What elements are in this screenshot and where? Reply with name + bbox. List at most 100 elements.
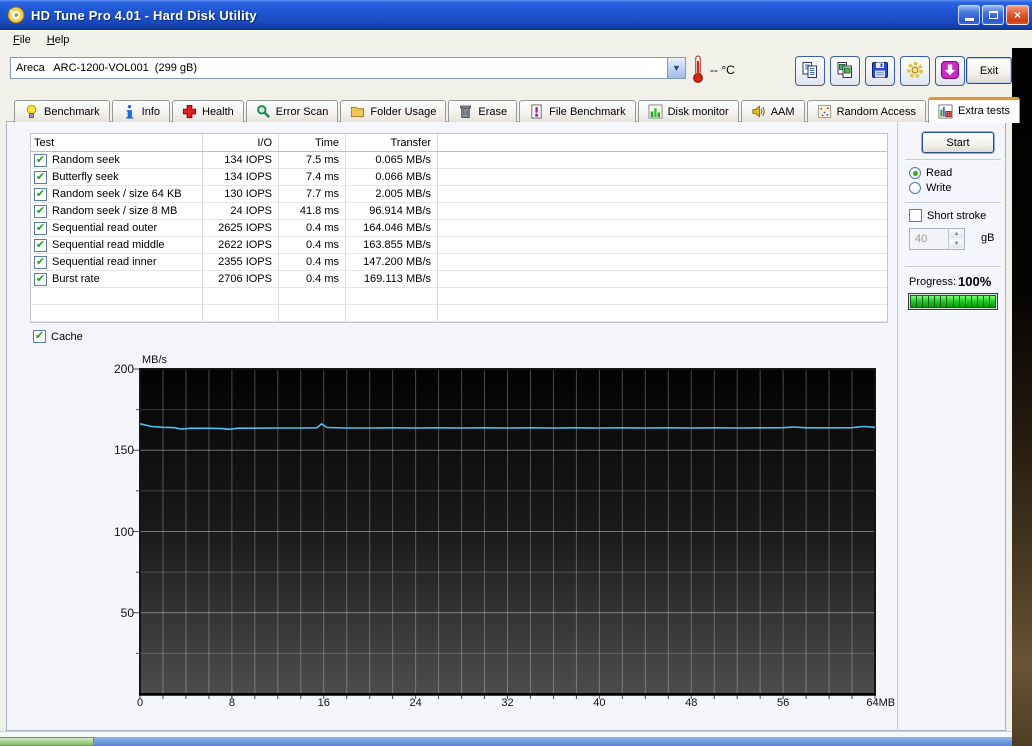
chart-x-tick-label: 0 <box>136 697 144 709</box>
table-row-empty <box>31 288 887 305</box>
table-row[interactable]: ✔ Sequential read middle 2622 IOPS 0.4 ms 16… <box>31 237 887 254</box>
cache-chart <box>133 368 876 699</box>
tab-random-access[interactable]: Random Access <box>806 100 927 122</box>
row-checkbox[interactable]: ✔ <box>34 221 47 235</box>
write-radio[interactable]: Write <box>909 182 951 194</box>
options-icon <box>905 60 925 83</box>
random-access-icon <box>817 104 832 119</box>
spinner-up-icon[interactable]: ▲ <box>949 229 964 239</box>
info-icon <box>122 104 137 119</box>
panel-divider <box>897 121 898 731</box>
close-button[interactable]: × <box>1006 5 1029 25</box>
copy-text-button[interactable] <box>795 56 825 86</box>
folder-usage-icon <box>350 104 365 119</box>
start-button[interactable]: Start <box>922 132 994 153</box>
taskbar[interactable] <box>0 737 1012 746</box>
table-row[interactable]: ✔ Butterfly seek 134 IOPS 7.4 ms 0.066 MB/s <box>31 169 887 186</box>
tab-erase[interactable]: Erase <box>448 100 518 122</box>
desktop-background <box>1012 48 1032 746</box>
col-io: I/O <box>203 134 279 151</box>
minimize-button[interactable] <box>958 5 980 25</box>
row-checkbox[interactable]: ✔ <box>34 153 47 167</box>
row-checkbox[interactable]: ✔ <box>34 170 47 184</box>
chart-x-tick-label: 24 <box>409 697 422 709</box>
short-stroke-checkbox[interactable]: Short stroke <box>909 209 986 222</box>
chart-y-tick-label: 50 <box>120 605 134 620</box>
options-button[interactable] <box>900 56 930 86</box>
row-checkbox[interactable]: ✔ <box>34 272 47 286</box>
spinner-down-icon[interactable]: ▼ <box>949 239 964 249</box>
size-spinner[interactable]: 40 ▲ ▼ <box>909 228 965 250</box>
table-row[interactable]: ✔ Burst rate 2706 IOPS 0.4 ms 169.113 MB/s <box>31 271 887 288</box>
restore-button[interactable] <box>982 5 1004 25</box>
drive-selector[interactable]: Areca ARC-1200-VOL001 (299 gB) ▼ <box>10 57 686 79</box>
copy-text-icon <box>800 60 820 83</box>
titlebar: HD Tune Pro 4.01 - Hard Disk Utility × <box>0 0 1032 30</box>
chart-x-tick-label: 40 <box>593 697 606 709</box>
tab-disk-monitor[interactable]: Disk monitor <box>637 100 739 122</box>
row-checkbox[interactable]: ✔ <box>34 204 47 218</box>
save-button[interactable] <box>865 56 895 86</box>
aam-icon <box>751 104 766 119</box>
exit-button[interactable]: Exit <box>966 57 1012 84</box>
tab-health[interactable]: Health <box>172 100 244 122</box>
extra-tests-icon <box>938 103 953 119</box>
app-icon <box>7 6 25 24</box>
chart-y-tick-label: 150 <box>113 443 134 458</box>
update-icon <box>940 60 960 83</box>
benchmark-icon <box>24 104 39 119</box>
size-value: 40 <box>915 233 928 245</box>
disk-monitor-icon <box>648 104 663 119</box>
tab-extra-tests[interactable]: Extra tests <box>928 97 1021 123</box>
separator <box>905 159 1001 161</box>
error-scan-icon <box>256 104 271 119</box>
cache-checkbox[interactable]: ✔ Cache <box>33 330 83 343</box>
tab-benchmark[interactable]: Benchmark <box>14 100 110 122</box>
progress-label: Progress: <box>909 276 957 288</box>
update-button[interactable] <box>935 56 965 86</box>
table-row[interactable]: ✔ Sequential read outer 2625 IOPS 0.4 ms 164… <box>31 220 887 237</box>
row-checkbox[interactable]: ✔ <box>34 187 47 201</box>
row-checkbox[interactable]: ✔ <box>34 255 47 269</box>
thermometer-icon <box>692 55 704 83</box>
table-row[interactable]: ✔ Random seek / size 64 KB 130 IOPS 7.7 ms 2… <box>31 186 887 203</box>
chart-x-tick-label: 48 <box>685 697 698 709</box>
taskbar-button[interactable] <box>0 737 94 746</box>
chart-x-tick-label: 16 <box>317 697 330 709</box>
tab-strip: Benchmark Info Health Error Scan Folder Usag… <box>14 96 1021 123</box>
table-header: Test I/O Time Transfer <box>31 134 887 152</box>
read-radio[interactable]: Read <box>909 167 952 179</box>
tab-folder-usage[interactable]: Folder Usage <box>340 100 447 122</box>
copy-image-button[interactable] <box>830 56 860 86</box>
tab-error-scan[interactable]: Error Scan <box>245 100 339 122</box>
hd-tune-window: HD Tune Pro 4.01 - Hard Disk Utility × F… <box>0 0 1032 746</box>
progress-bar <box>908 293 998 310</box>
tab-file-benchmark[interactable]: File Benchmark <box>519 100 636 122</box>
chart-y-tick-label: 200 <box>113 362 134 376</box>
menu-bar: File Help <box>0 30 1032 48</box>
size-unit: gB <box>981 232 995 244</box>
col-transfer: Transfer <box>346 134 438 151</box>
menu-item-file[interactable]: File <box>6 33 38 47</box>
col-time: Time <box>279 134 346 151</box>
chart-y-axis-unit: MB/s <box>142 354 168 366</box>
col-test: Test <box>31 134 203 151</box>
menu-item-help[interactable]: Help <box>40 33 77 47</box>
save-icon <box>870 60 890 83</box>
chart-x-tick-label: 32 <box>501 697 514 709</box>
tab-info[interactable]: Info <box>111 100 170 122</box>
window-title: HD Tune Pro 4.01 - Hard Disk Utility <box>31 7 257 23</box>
tab-aam[interactable]: AAM <box>740 100 805 122</box>
row-checkbox[interactable]: ✔ <box>34 238 47 252</box>
chart-y-tick-label: 100 <box>113 524 134 539</box>
separator <box>905 202 1001 204</box>
progress-value: 100% <box>958 274 992 289</box>
chart-x-tick-label: 64MB <box>866 697 896 709</box>
erase-icon <box>458 104 473 119</box>
table-row[interactable]: ✔ Sequential read inner 2355 IOPS 0.4 ms 147… <box>31 254 887 271</box>
chart-x-tick-label: 8 <box>228 697 235 709</box>
table-row[interactable]: ✔ Random seek / size 8 MB 24 IOPS 41.8 ms 96… <box>31 203 887 220</box>
test-table: Test I/O Time Transfer ✔ Random seek 134 I… <box>30 133 888 323</box>
chevron-down-icon[interactable]: ▼ <box>667 58 685 78</box>
table-row[interactable]: ✔ Random seek 134 IOPS 7.5 ms 0.065 MB/s <box>31 152 887 169</box>
